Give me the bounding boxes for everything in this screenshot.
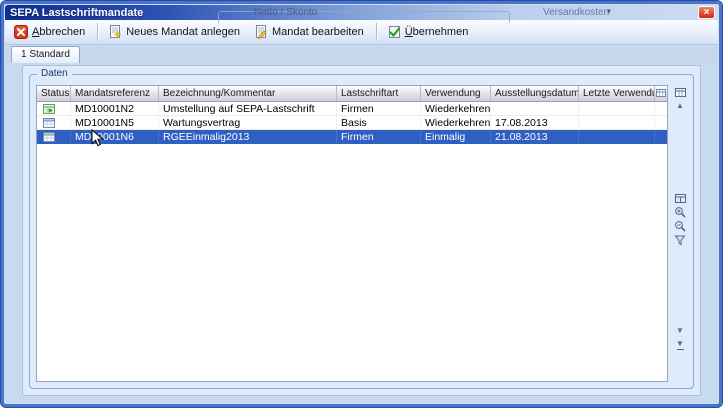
table-row[interactable]: MD10001N5 Wartungsvertrag Basis Wiederke… xyxy=(37,116,667,130)
close-button[interactable]: × xyxy=(698,6,715,19)
cancel-icon xyxy=(14,25,28,39)
grid-area: Status Mandatsreferenz Bezeichnung/Komme… xyxy=(36,85,689,382)
scroll-to-bottom-button[interactable]: ▼ xyxy=(672,338,688,352)
sort-indicator-icon: ▼ xyxy=(606,9,612,15)
card-view-button[interactable] xyxy=(672,191,688,205)
column-select-button[interactable] xyxy=(672,85,688,99)
abbrechen-label: Abbrechen xyxy=(32,26,85,38)
card-view-icon xyxy=(675,193,686,204)
abbrechen-button[interactable]: Abbrechen xyxy=(9,22,92,42)
scroll-down-button[interactable]: ▼ xyxy=(672,324,688,338)
mandate-icon xyxy=(43,131,55,143)
apply-icon xyxy=(387,25,401,39)
dialog-title: SEPA Lastschriftmandate xyxy=(5,7,143,19)
background-versandkosten-header: Versandkosten xyxy=(543,7,609,18)
grid-empty-area xyxy=(37,144,667,381)
table-row-selected[interactable]: MD10001N6 RGEEinmalig2013 Firmen Einmali… xyxy=(37,130,667,144)
cell-bezeichnung: RGEEinmalig2013 xyxy=(159,130,337,143)
cell-bezeichnung: Umstellung auf SEPA-Lastschrift xyxy=(159,102,337,115)
close-icon: × xyxy=(704,7,710,18)
cell-verwendung: Wiederkehrend xyxy=(421,116,491,129)
cell-lastschriftart: Firmen xyxy=(337,102,421,115)
tab-1-standard[interactable]: 1 Standard xyxy=(11,46,80,63)
zoom-in-button[interactable] xyxy=(672,205,688,219)
cell-ausstellungsdatum: 17.08.2013 xyxy=(491,116,579,129)
mandates-table: Status Mandatsreferenz Bezeichnung/Komme… xyxy=(36,85,668,382)
zoom-out-button[interactable] xyxy=(672,219,688,233)
filter-button[interactable] xyxy=(672,233,688,247)
cell-mandatsreferenz: MD10001N6 xyxy=(71,130,159,143)
mandate-active-icon xyxy=(43,103,55,115)
content-panel: Daten Status Mandatsreferenz Bezeichnung… xyxy=(22,65,701,396)
neues-mandat-anlegen-button[interactable]: Neues Mandat anlegen xyxy=(103,22,247,42)
tabstrip: 1 Standard xyxy=(5,45,718,63)
toolbar: Abbrechen Neues Mandat anlegen Mandat be… xyxy=(5,20,718,45)
cell-lastschriftart: Firmen xyxy=(337,130,421,143)
cell-letzte-verwendung xyxy=(579,130,655,143)
scroll-up-icon: ▲ xyxy=(676,102,684,110)
filter-icon xyxy=(674,234,686,246)
column-chooser-icon xyxy=(656,88,666,98)
column-header-ausstellungsdatum[interactable]: Ausstellungsdatum xyxy=(491,86,579,101)
mandate-icon xyxy=(43,117,55,129)
uebernehmen-label: Übernehmen xyxy=(405,26,469,38)
content-area: Daten Status Mandatsreferenz Bezeichnung… xyxy=(5,63,718,403)
zoom-in-icon xyxy=(674,206,686,218)
column-header-bezeichnung[interactable]: Bezeichnung/Kommentar xyxy=(159,86,337,101)
daten-groupbox: Daten Status Mandatsreferenz Bezeichnung… xyxy=(29,74,694,389)
column-header-mandatsreferenz[interactable]: Mandatsreferenz xyxy=(71,86,159,101)
edit-mandate-icon xyxy=(254,25,268,39)
cell-mandatsreferenz: MD10001N2 xyxy=(71,102,159,115)
cell-ausstellungsdatum xyxy=(491,102,579,115)
background-groupbox-label: Netto / Skonto xyxy=(251,7,320,18)
titlebar: SEPA Lastschriftmandate Netto / Skonto V… xyxy=(5,5,718,20)
zoom-out-icon xyxy=(674,220,686,232)
table-row[interactable]: MD10001N2 Umstellung auf SEPA-Lastschrif… xyxy=(37,102,667,116)
column-header-verwendung[interactable]: Verwendung xyxy=(421,86,491,101)
scroll-to-bottom-icon: ▼ xyxy=(676,340,684,348)
mandat-bearbeiten-label: Mandat bearbeiten xyxy=(272,26,364,38)
cell-letzte-verwendung xyxy=(579,116,655,129)
grid-side-toolbar: ▲ xyxy=(671,85,689,382)
new-mandate-icon xyxy=(108,25,122,39)
scroll-up-button[interactable]: ▲ xyxy=(672,99,688,113)
cell-verwendung: Einmalig xyxy=(421,130,491,143)
scroll-down-icon: ▼ xyxy=(676,327,684,335)
columns-icon xyxy=(675,87,686,98)
cell-lastschriftart: Basis xyxy=(337,116,421,129)
sepa-mandate-dialog: SEPA Lastschriftmandate Netto / Skonto V… xyxy=(0,0,723,408)
cell-mandatsreferenz: MD10001N5 xyxy=(71,116,159,129)
daten-groupbox-label: Daten xyxy=(37,68,72,79)
column-header-lastschriftart[interactable]: Lastschriftart xyxy=(337,86,421,101)
cell-bezeichnung: Wartungsvertrag xyxy=(159,116,337,129)
background-netto-skonto-groupbox: Netto / Skonto xyxy=(218,11,510,23)
column-header-letzte-verwendung[interactable]: Letzte Verwendung xyxy=(579,86,655,101)
uebernehmen-button[interactable]: Übernehmen xyxy=(382,22,476,42)
cell-letzte-verwendung xyxy=(579,102,655,115)
toolbar-separator xyxy=(376,23,377,41)
column-chooser-button[interactable] xyxy=(655,86,667,101)
cell-ausstellungsdatum: 21.08.2013 xyxy=(491,130,579,143)
mandat-bearbeiten-button[interactable]: Mandat bearbeiten xyxy=(249,22,371,42)
neues-mandat-label: Neues Mandat anlegen xyxy=(126,26,240,38)
toolbar-separator xyxy=(97,23,98,41)
column-header-status[interactable]: Status xyxy=(37,86,71,101)
cell-verwendung: Wiederkehrend xyxy=(421,102,491,115)
table-header-row: Status Mandatsreferenz Bezeichnung/Komme… xyxy=(37,86,667,102)
